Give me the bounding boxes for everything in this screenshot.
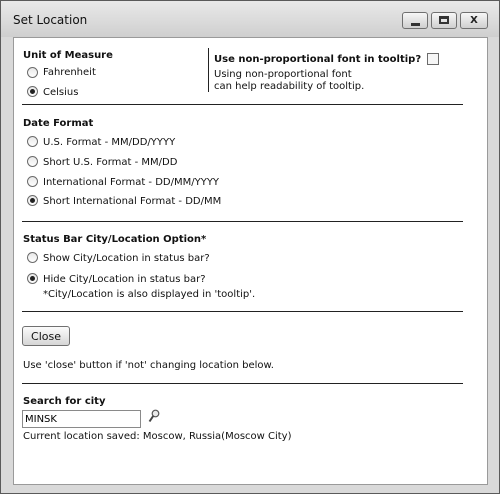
magnifier-icon[interactable] [148, 409, 160, 423]
tooltip-font-checkbox[interactable] [427, 53, 439, 65]
radio-short-us-format-label[interactable]: Short U.S. Format - MM/DD [43, 157, 177, 168]
status-bar-footnote: *City/Location is also displayed in 'too… [43, 289, 256, 300]
divider [22, 104, 463, 105]
set-location-window: Set Location X Unit of Measure Fahrenhei… [0, 0, 500, 494]
radio-fahrenheit[interactable] [27, 67, 38, 78]
radio-celsius[interactable] [27, 86, 38, 97]
radio-short-us-format[interactable] [27, 156, 38, 167]
radio-short-international-format-label[interactable]: Short International Format - DD/MM [43, 196, 221, 207]
radio-fahrenheit-label[interactable]: Fahrenheit [43, 67, 96, 78]
minimize-icon [411, 23, 420, 26]
date-format-heading: Date Format [23, 118, 94, 129]
radio-show-city[interactable] [27, 252, 38, 263]
close-icon: X [470, 15, 478, 26]
radio-us-format-label[interactable]: U.S. Format - MM/DD/YYYY [43, 137, 175, 148]
radio-international-format[interactable] [27, 176, 38, 187]
radio-short-international-format[interactable] [27, 195, 38, 206]
radio-show-city-label[interactable]: Show City/Location in status bar? [43, 253, 210, 264]
radio-us-format[interactable] [27, 136, 38, 147]
search-heading: Search for city [23, 396, 106, 407]
divider [22, 383, 463, 384]
tooltip-font-label[interactable]: Use non-proportional font in tooltip? [214, 54, 421, 65]
vertical-divider [208, 48, 209, 92]
divider [22, 311, 463, 312]
tooltip-font-help-2: can help readability of tooltip. [214, 81, 365, 92]
current-location-saved: Current location saved: Moscow, Russia(M… [23, 431, 292, 442]
close-window-button[interactable]: X [460, 12, 488, 29]
close-button[interactable]: Close [22, 326, 70, 346]
tooltip-font-help-1: Using non-proportional font [214, 69, 352, 80]
maximize-button[interactable] [431, 12, 457, 29]
title-bar[interactable]: Set Location X [1, 1, 499, 37]
city-search-input[interactable] [22, 410, 141, 428]
settings-panel: Unit of Measure Fahrenheit Celsius Use n… [13, 37, 488, 485]
radio-hide-city-label[interactable]: Hide City/Location in status bar? [43, 274, 206, 285]
window-title: Set Location [13, 13, 88, 27]
radio-celsius-label[interactable]: Celsius [43, 87, 78, 98]
unit-of-measure-heading: Unit of Measure [23, 50, 113, 61]
radio-international-format-label[interactable]: International Format - DD/MM/YYYY [43, 177, 219, 188]
maximize-icon [439, 16, 449, 24]
minimize-button[interactable] [402, 12, 428, 29]
divider [22, 221, 463, 222]
close-hint: Use 'close' button if 'not' changing loc… [23, 360, 274, 371]
radio-hide-city[interactable] [27, 273, 38, 284]
status-bar-heading: Status Bar City/Location Option* [23, 234, 207, 245]
